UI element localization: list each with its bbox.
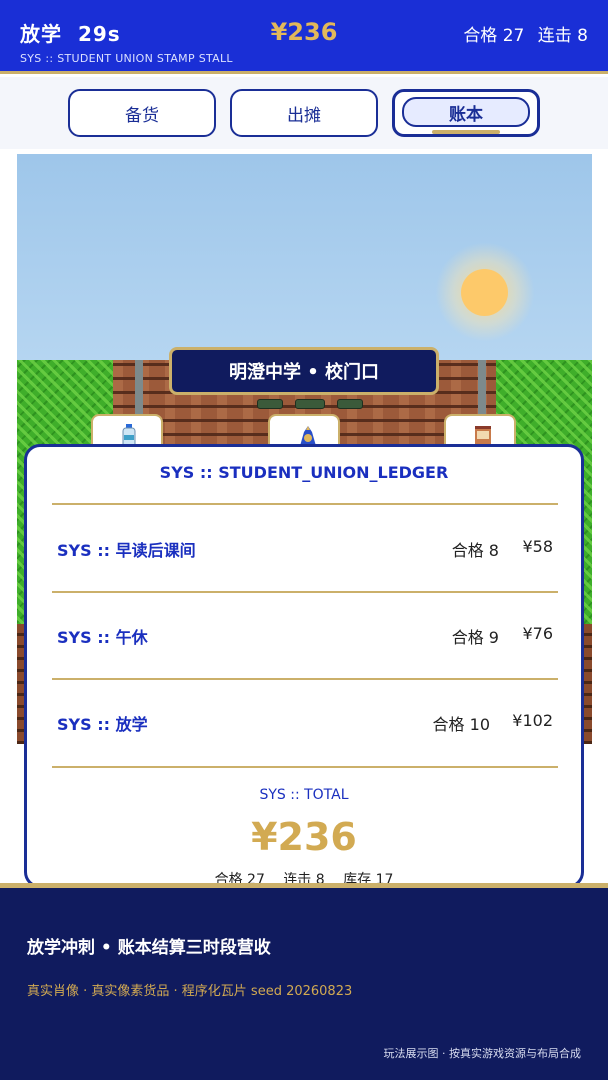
ledger-row-period: SYS :: 午休 — [57, 628, 148, 647]
game-screen: 放学 29s SYS :: STUDENT UNION STAMP STALL … — [0, 0, 608, 1080]
ledger-row-pass: 合格 8 — [451, 541, 499, 560]
sun-icon — [461, 269, 508, 316]
ledger-row: SYS :: 早读后课间 合格 8 ¥58 — [57, 533, 553, 563]
total-amount: ¥236 — [251, 815, 357, 859]
divider — [52, 591, 558, 593]
countdown-timer: 29s — [77, 22, 121, 46]
ledger-row: SYS :: 放学 合格 10 ¥102 — [57, 707, 553, 737]
footer-title: 放学冲刺 • 账本结算三时段营收 — [27, 938, 271, 958]
ledger-title: SYS :: STUDENT_UNION_LEDGER — [159, 463, 449, 482]
hud-stats: 合格 27 连击 8 — [455, 21, 588, 46]
divider — [52, 503, 558, 505]
divider — [52, 678, 558, 680]
ledger-row-period: SYS :: 放学 — [57, 715, 148, 734]
school-gate-sign: 明澄中学 • 校门口 — [169, 347, 439, 395]
ledger-row-pass: 合格 10 — [432, 715, 490, 734]
ledger-row-amount: ¥102 — [512, 711, 553, 730]
total-label: SYS :: TOTAL — [259, 787, 349, 803]
ledger-panel: SYS :: STUDENT_UNION_LEDGER SYS :: 早读后课间… — [24, 444, 584, 888]
tab-ledger-label: 账本 — [402, 97, 530, 127]
tab-bar: 备货 出摊 账本 — [0, 77, 608, 149]
distant-car — [295, 399, 325, 409]
top-hud: 放学 29s SYS :: STUDENT UNION STAMP STALL … — [0, 0, 608, 74]
footer-credits: 真实肖像 · 真实像素货品 · 程序化瓦片 seed 20260823 — [27, 984, 353, 999]
pass-counter: 合格 27 — [463, 26, 525, 46]
divider — [52, 766, 558, 768]
distant-car — [337, 399, 363, 409]
ledger-row-amount: ¥58 — [522, 537, 553, 556]
ledger-row-pass: 合格 9 — [451, 628, 499, 647]
promo-footer: 放学冲刺 • 账本结算三时段营收 真实肖像 · 真实像素货品 · 程序化瓦片 s… — [0, 883, 608, 1080]
period-label: 放学 — [20, 22, 62, 46]
ledger-row: SYS :: 午休 合格 9 ¥76 — [57, 620, 553, 650]
ledger-row-period: SYS :: 早读后课间 — [57, 541, 196, 560]
combo-counter: 连击 8 — [537, 26, 588, 46]
system-subtitle: SYS :: STUDENT UNION STAMP STALL — [20, 52, 233, 65]
ledger-row-amount: ¥76 — [522, 624, 553, 643]
active-tab-indicator — [432, 130, 500, 134]
tab-ledger[interactable]: 账本 — [392, 89, 540, 137]
tab-sell[interactable]: 出摊 — [230, 89, 378, 137]
period-timer: 放学 29s — [20, 18, 121, 47]
tab-stock[interactable]: 备货 — [68, 89, 216, 137]
distant-car — [257, 399, 283, 409]
footer-note: 玩法展示图 · 按真实游戏资源与布局合成 — [383, 1047, 582, 1060]
